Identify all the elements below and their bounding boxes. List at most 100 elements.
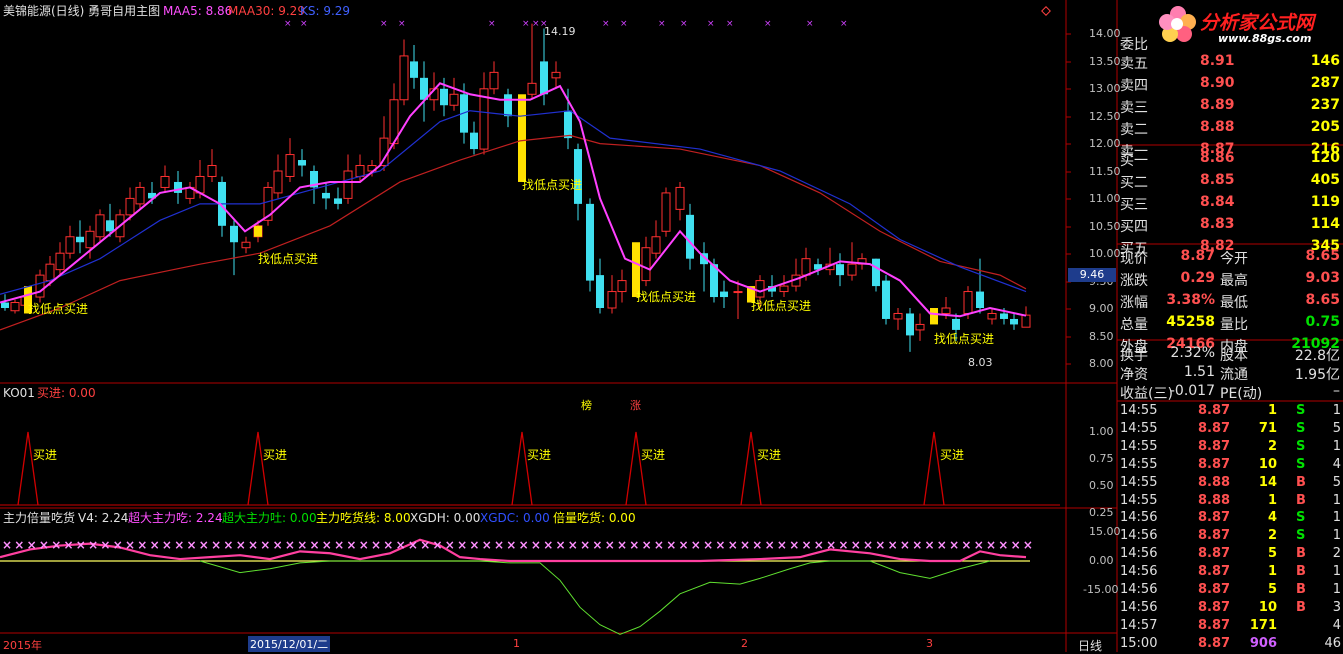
ind2-xgdh: XGDH: 0.00 bbox=[410, 511, 481, 525]
ind2-marker-icon: × bbox=[900, 538, 910, 552]
top-marker-icon: × bbox=[398, 19, 406, 29]
candle-body bbox=[1000, 313, 1008, 319]
top-marker-icon: × bbox=[620, 19, 628, 29]
tick-volume: 1 bbox=[1267, 403, 1277, 418]
tick-count: 3 bbox=[1332, 599, 1341, 615]
ind2-marker-icon: × bbox=[260, 538, 270, 552]
ind2-marker-icon: × bbox=[285, 538, 295, 552]
ind2-marker-icon: × bbox=[863, 538, 873, 552]
ind2-marker-icon: × bbox=[506, 538, 516, 552]
candle-body bbox=[343, 170, 353, 199]
tick-volume: 14 bbox=[1258, 474, 1277, 490]
ind1-tick-label: 0.25 bbox=[1089, 506, 1114, 519]
candle-body bbox=[976, 291, 984, 308]
stat2-value: -0.017 bbox=[1169, 383, 1215, 399]
ma30-value: MAA30: 9.29 bbox=[228, 4, 305, 18]
price-tick-label: 14.00 bbox=[1089, 27, 1121, 40]
tick-side: S bbox=[1296, 510, 1306, 526]
ind2-marker-icon: × bbox=[875, 538, 885, 552]
buy-signal-label: 找低点买进 bbox=[28, 302, 89, 316]
candle-body bbox=[379, 137, 389, 167]
price-tick-label: 13.00 bbox=[1089, 82, 1121, 95]
candle-body bbox=[906, 313, 914, 336]
ind2-marker-icon: × bbox=[629, 538, 639, 552]
tick-time: 14:57 bbox=[1120, 617, 1158, 633]
top-marker-icon: × bbox=[532, 19, 540, 29]
tick-count: 5 bbox=[1332, 420, 1341, 436]
tick-count: 2 bbox=[1332, 546, 1341, 562]
stat2-value: 2.32% bbox=[1170, 345, 1215, 361]
ind2-marker-icon: × bbox=[740, 538, 750, 552]
tick-price: 8.87 bbox=[1198, 617, 1231, 633]
ind2-marker-icon: × bbox=[851, 538, 861, 552]
top-marker-icon: × bbox=[488, 19, 496, 29]
ind2-marker-icon: × bbox=[605, 538, 615, 552]
flower-logo-icon bbox=[1159, 6, 1196, 42]
ind2-marker-icon: × bbox=[986, 538, 996, 552]
tick-time: 14:55 bbox=[1120, 403, 1158, 418]
ind2-green-line bbox=[199, 560, 991, 635]
candle-body bbox=[607, 291, 617, 309]
candle-body bbox=[586, 203, 594, 281]
corner-diamond-icon bbox=[1041, 6, 1051, 16]
candle-body bbox=[963, 291, 973, 314]
site-logo: 分析家公式网 www.88gs.com bbox=[1158, 2, 1338, 46]
ind2-marker-icon: × bbox=[187, 538, 197, 552]
sell-level-label: 卖二 bbox=[1120, 122, 1148, 138]
ind2-marker-icon: × bbox=[556, 538, 566, 552]
tick-count: 1 bbox=[1332, 510, 1341, 526]
ind2-marker-icon: × bbox=[420, 538, 430, 552]
buy-signal-label: 找低点买进 bbox=[636, 290, 697, 304]
quote-stat-row: 涨跌 0.29 最高 9.03 bbox=[1118, 268, 1343, 289]
candle-body bbox=[160, 175, 170, 188]
candle-body bbox=[135, 186, 145, 205]
ind2-marker-icon: × bbox=[838, 538, 848, 552]
top-marker-icon: × bbox=[726, 19, 734, 29]
candle-body bbox=[230, 225, 238, 243]
ind2-marker-icon: × bbox=[949, 538, 959, 552]
ind2-marker-icon: × bbox=[802, 538, 812, 552]
price-tick-label: 8.00 bbox=[1089, 357, 1114, 370]
tick-time: 14:56 bbox=[1120, 546, 1158, 562]
candle-body bbox=[755, 280, 765, 298]
candle-body bbox=[872, 258, 880, 287]
candle-body bbox=[915, 323, 925, 331]
zhang-mark: 涨 bbox=[630, 399, 641, 412]
ko01-spike bbox=[625, 431, 647, 506]
stat-value: 8.65 bbox=[1305, 248, 1340, 264]
tick-volume: 4 bbox=[1267, 510, 1277, 526]
ind2-marker-icon: × bbox=[912, 538, 922, 552]
ind2-marker-icon: × bbox=[359, 538, 369, 552]
tick-volume: 5 bbox=[1267, 546, 1277, 562]
period-button[interactable]: 日线 bbox=[1078, 637, 1102, 654]
stat-value: 8.87 bbox=[1180, 248, 1215, 264]
candle-body bbox=[596, 275, 604, 308]
top-marker-icon: × bbox=[840, 19, 848, 29]
ind2-marker-icon: × bbox=[137, 538, 147, 552]
ind2-marker-icon: × bbox=[27, 538, 37, 552]
top-marker-icon: × bbox=[522, 19, 530, 29]
candle-body bbox=[174, 181, 182, 193]
ind2-marker-icon: × bbox=[765, 538, 775, 552]
ind2-marker-icon: × bbox=[728, 538, 738, 552]
xaxis-month-3: 3 bbox=[926, 637, 933, 650]
candle-body bbox=[125, 197, 135, 216]
tick-volume: 2 bbox=[1267, 528, 1277, 544]
quote-stat-row: 涨幅 3.38% 最低 8.65 bbox=[1118, 290, 1343, 311]
stat-label: 今开 bbox=[1220, 251, 1248, 267]
ind2-marker-icon: × bbox=[715, 538, 725, 552]
tick-row: 14:55 8.87 10 S 4 bbox=[1118, 456, 1343, 474]
tick-side: S bbox=[1296, 456, 1306, 472]
stat-value: 8.65 bbox=[1305, 292, 1340, 308]
candle-body bbox=[65, 236, 75, 254]
buy-level-price: 8.85 bbox=[1200, 172, 1235, 188]
stat-label: 现价 bbox=[1120, 251, 1148, 267]
candle-body bbox=[1, 302, 9, 308]
tick-row: 14:55 8.88 1 B 1 bbox=[1118, 492, 1343, 510]
candle-body bbox=[207, 165, 217, 177]
ind2-marker-icon: × bbox=[703, 538, 713, 552]
logo-url: www.88gs.com bbox=[1218, 32, 1312, 45]
ind2-marker-icon: × bbox=[789, 538, 799, 552]
price-tick-label: 11.50 bbox=[1089, 165, 1121, 178]
tick-side: B bbox=[1296, 582, 1306, 597]
